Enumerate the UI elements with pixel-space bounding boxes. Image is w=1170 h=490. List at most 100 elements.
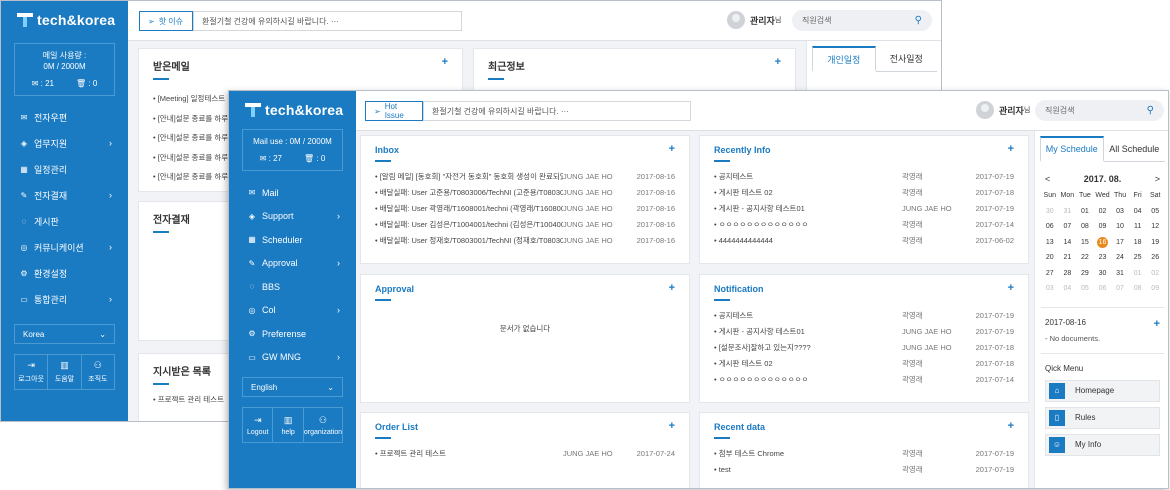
calendar-day[interactable]: 04 — [1059, 285, 1077, 292]
prev-month-button[interactable]: < — [1045, 174, 1050, 184]
hot-issue-text[interactable]: 환절기철 건강에 유의하시길 바랍니다. ··· — [423, 101, 691, 121]
list-item[interactable]: • 배달실패: User 정재호/T0803001/TechNI (정재호/T0… — [375, 232, 675, 248]
list-item[interactable]: • [알림 메일] [동호회] "자전거 동호회" 동호회 생성이 완료되었..… — [375, 168, 675, 184]
list-item[interactable]: • [설문조사]잘하고 있는지???? JUNG JAE HO 2017-07-18 — [714, 339, 1014, 355]
hot-issue-button[interactable]: ➢ Hot Issue — [365, 101, 423, 121]
quick-rules-button[interactable]: ▯ Rules — [1045, 406, 1160, 429]
calendar-day[interactable]: 17 — [1111, 239, 1129, 246]
calendar-day[interactable]: 22 — [1076, 254, 1094, 261]
search-input[interactable]: 직원검색 — [1045, 105, 1074, 116]
calendar-day[interactable]: 11 — [1129, 223, 1147, 230]
calendar-day[interactable]: 15 — [1076, 239, 1094, 246]
list-item[interactable]: • 배달실패: User 고준용/T0803006/TechNI (고준용/T0… — [375, 184, 675, 200]
trash-count[interactable]: 🗑 : 0 — [76, 78, 97, 89]
plus-icon[interactable]: + — [1008, 420, 1014, 432]
help-button[interactable]: ▥ help — [273, 408, 304, 442]
calendar-day[interactable]: 12 — [1146, 223, 1164, 230]
sidebar-item-bbs[interactable]: ◌ 게시판 — [1, 208, 128, 234]
calendar-day[interactable]: 03 — [1111, 208, 1129, 215]
calendar-day[interactable]: 19 — [1146, 239, 1164, 246]
sidebar-item-approval[interactable]: ✎ 전자결재 › — [1, 182, 128, 208]
calendar-day[interactable]: 09 — [1094, 223, 1112, 230]
calendar-day[interactable]: 25 — [1129, 254, 1147, 261]
calendar-day[interactable]: 01 — [1129, 270, 1147, 277]
list-item[interactable]: • test 곽영래 2017-07-19 — [714, 461, 1014, 477]
employee-search[interactable]: 직원검색 ⚲ — [1035, 100, 1164, 121]
calendar-day[interactable]: 31 — [1059, 208, 1077, 215]
sidebar-item-gw-mng[interactable]: ▭ GW MNG › — [229, 346, 356, 370]
calendar-day[interactable]: 01 — [1076, 208, 1094, 215]
list-item[interactable]: • 게시판 - 공지사항 테스트01 JUNG JAE HO 2017-07-19 — [714, 323, 1014, 339]
list-item[interactable]: • 프로젝트 관리 테스트 JUNG JAE HO 2017-07-24 — [375, 445, 675, 461]
logo[interactable]: tech&korea — [229, 91, 356, 129]
calendar-day[interactable]: 06 — [1041, 223, 1059, 230]
logout-button[interactable]: ⇥ Logout — [243, 408, 274, 442]
search-input[interactable]: 직원검색 — [802, 15, 831, 26]
calendar-day[interactable]: 08 — [1076, 223, 1094, 230]
search-icon[interactable]: ⚲ — [1147, 105, 1154, 116]
calendar-day[interactable]: 18 — [1129, 239, 1147, 246]
sidebar-item-support[interactable]: ◈ Support › — [229, 205, 356, 229]
add-event-plus-icon[interactable]: + — [1154, 318, 1160, 330]
next-month-button[interactable]: > — [1155, 174, 1160, 184]
list-item[interactable]: • 게시판 - 공지사항 테스트01 JUNG JAE HO 2017-07-19 — [714, 200, 1014, 216]
user-menu[interactable]: 관리자 님 — [976, 101, 1030, 119]
logout-button[interactable]: ⇥ 로그아웃 — [15, 355, 49, 389]
list-item[interactable]: • 공지테스트 곽영래 2017-07-19 — [714, 168, 1014, 184]
quick-homepage-button[interactable]: ⌂ Homepage — [1045, 379, 1160, 402]
calendar-day[interactable]: 05 — [1146, 208, 1164, 215]
sidebar-item-mail[interactable]: ✉ 전자우편 — [1, 104, 128, 130]
language-select[interactable]: Korea ⌄ — [14, 324, 115, 344]
user-menu[interactable]: 관리자 님 — [727, 11, 781, 29]
sidebar-item-admin[interactable]: ▭ 통합관리 › — [1, 286, 128, 312]
calendar-day[interactable]: 07 — [1111, 285, 1129, 292]
calendar-day[interactable]: 07 — [1059, 223, 1077, 230]
tab-all-schedule[interactable]: All Schedule — [1103, 136, 1165, 162]
search-icon[interactable]: ⚲ — [915, 15, 922, 26]
calendar-day-today[interactable]: 16 — [1096, 236, 1108, 248]
calendar-day[interactable]: 28 — [1059, 270, 1077, 277]
list-item[interactable]: • ㅇㅇㅇㅇㅇㅇㅇㅇㅇㅇㅇㅇㅇ 곽영래 2017-07-14 — [714, 371, 1014, 387]
list-item[interactable]: • 게시판 테스트 02 곽영래 2017-07-18 — [714, 355, 1014, 371]
sidebar-item-mail[interactable]: ✉ Mail — [229, 181, 356, 205]
calendar-day[interactable]: 30 — [1094, 270, 1112, 277]
logo[interactable]: tech&korea — [1, 1, 128, 39]
calendar-day[interactable]: 24 — [1111, 254, 1129, 261]
calendar-day[interactable]: 31 — [1111, 270, 1129, 277]
sidebar-item-community[interactable]: ◎ 커뮤니케이션 › — [1, 234, 128, 260]
calendar-day[interactable]: 09 — [1146, 285, 1164, 292]
calendar-day[interactable]: 04 — [1129, 208, 1147, 215]
trash-count[interactable]: 🗑 : 0 — [304, 153, 325, 164]
hot-issue-button[interactable]: ➢ 핫 이슈 — [139, 11, 193, 31]
mail-count[interactable]: ✉ : 27 — [260, 153, 282, 164]
calendar-day[interactable]: 29 — [1076, 270, 1094, 277]
org-chart-button[interactable]: ⚇ 조직도 — [82, 355, 114, 389]
calendar-day[interactable]: 26 — [1146, 254, 1164, 261]
calendar-day[interactable]: 10 — [1111, 223, 1129, 230]
calendar-day[interactable]: 06 — [1094, 285, 1112, 292]
hot-issue-text[interactable]: 환절기철 건강에 유의하시길 바랍니다. ··· — [193, 11, 462, 31]
calendar-day[interactable]: 14 — [1059, 239, 1077, 246]
calendar-day[interactable]: 13 — [1041, 239, 1059, 246]
calendar-day[interactable]: 27 — [1041, 270, 1059, 277]
plus-icon[interactable]: + — [775, 56, 781, 68]
org-chart-button[interactable]: ⚇ organization — [304, 408, 342, 442]
calendar-day[interactable]: 05 — [1076, 285, 1094, 292]
tab-company-schedule[interactable]: 전사일정 — [875, 46, 937, 72]
mail-count[interactable]: ✉ : 21 — [32, 78, 54, 89]
plus-icon[interactable]: + — [669, 282, 675, 294]
calendar-day[interactable]: 21 — [1059, 254, 1077, 261]
tab-personal-schedule[interactable]: 개인일정 — [812, 46, 876, 72]
sidebar-item-approval[interactable]: ✎ Approval › — [229, 252, 356, 276]
calendar-day[interactable]: 02 — [1146, 270, 1164, 277]
plus-icon[interactable]: + — [669, 420, 675, 432]
plus-icon[interactable]: + — [1008, 143, 1014, 155]
tab-my-schedule[interactable]: My Schedule — [1040, 136, 1104, 162]
calendar-day[interactable]: 20 — [1041, 254, 1059, 261]
help-button[interactable]: ▥ 도움말 — [48, 355, 82, 389]
sidebar-item-col[interactable]: ◎ Col › — [229, 299, 356, 323]
list-item[interactable]: • 게시판 테스트 02 곽영래 2017-07-18 — [714, 184, 1014, 200]
list-item[interactable]: • 공지테스트 곽영래 2017-07-19 — [714, 307, 1014, 323]
list-item[interactable]: • 첨부 테스트 Chrome 곽영래 2017-07-19 — [714, 445, 1014, 461]
calendar-day[interactable]: 23 — [1094, 254, 1112, 261]
